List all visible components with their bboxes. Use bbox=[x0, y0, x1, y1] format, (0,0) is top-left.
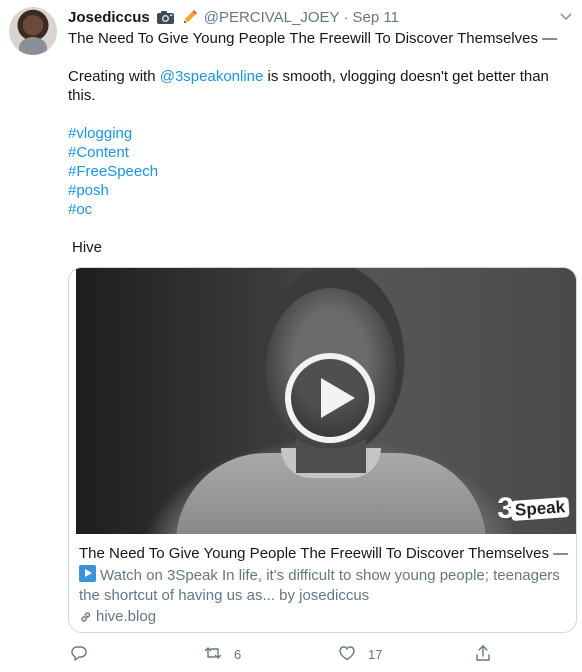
like-button[interactable]: 17 bbox=[338, 644, 382, 665]
play-button-emoji-icon bbox=[79, 565, 96, 582]
hashtag-link[interactable]: #Content bbox=[68, 143, 129, 162]
mention-link[interactable]: @3speakonline bbox=[160, 68, 264, 85]
hashtag-link[interactable]: #FreeSpeech bbox=[68, 162, 158, 181]
link-card[interactable]: 3 Speak The Need To Give Young People The… bbox=[68, 267, 577, 633]
avatar[interactable] bbox=[9, 7, 57, 55]
play-icon[interactable] bbox=[285, 353, 375, 443]
retweet-count: 6 bbox=[234, 647, 242, 662]
display-name[interactable]: Josediccus bbox=[68, 9, 150, 26]
pencil-icon bbox=[181, 8, 199, 26]
link-icon bbox=[79, 610, 93, 624]
share-icon bbox=[474, 644, 492, 665]
logo-word: Speak bbox=[510, 496, 570, 522]
body-prefix: Creating with bbox=[68, 68, 160, 85]
card-description: Watch on 3Speak In life, it's difficult … bbox=[79, 565, 569, 606]
reply-button[interactable] bbox=[70, 644, 100, 665]
retweet-button[interactable]: 6 bbox=[204, 644, 241, 665]
3speak-logo: 3 Speak bbox=[497, 492, 570, 526]
card-meta: The Need To Give Young People The Freewi… bbox=[79, 544, 569, 627]
card-description-text: Watch on 3Speak In life, it's difficult … bbox=[79, 567, 560, 604]
share-button[interactable] bbox=[474, 644, 492, 665]
tweet-actions: 6 17 bbox=[68, 644, 568, 666]
tweet-body: Creating with @3speakonline is smooth, v… bbox=[68, 67, 568, 105]
retweet-icon bbox=[204, 644, 222, 665]
reply-icon bbox=[70, 644, 88, 665]
tweet-date[interactable]: Sep 11 bbox=[353, 9, 399, 26]
card-domain: hive.blog bbox=[79, 607, 569, 627]
chevron-down-icon[interactable] bbox=[558, 8, 574, 24]
card-title: The Need To Give Young People The Freewi… bbox=[79, 545, 569, 562]
camera-icon bbox=[156, 10, 175, 25]
tweet-title-line: The Need To Give Young People The Freewi… bbox=[68, 30, 558, 47]
hashtag-link[interactable]: #vlogging bbox=[68, 124, 132, 143]
card-domain-text: hive.blog bbox=[96, 608, 157, 625]
separator-dot: · bbox=[343, 8, 349, 26]
video-thumbnail[interactable]: 3 Speak bbox=[76, 268, 576, 534]
like-icon bbox=[338, 644, 356, 665]
tweet-header: Josediccus @PERCIVAL_JOEY · Sep 11 bbox=[68, 6, 399, 28]
user-handle[interactable]: @PERCIVAL_JOEY bbox=[204, 9, 340, 26]
hashtag-link[interactable]: #posh bbox=[68, 181, 109, 200]
platform-label: Hive bbox=[72, 239, 103, 256]
like-count: 17 bbox=[368, 647, 383, 662]
hashtag-link[interactable]: #oc bbox=[68, 200, 92, 219]
tweet[interactable]: Josediccus @PERCIVAL_JOEY · Sep 11 The N… bbox=[0, 0, 582, 672]
